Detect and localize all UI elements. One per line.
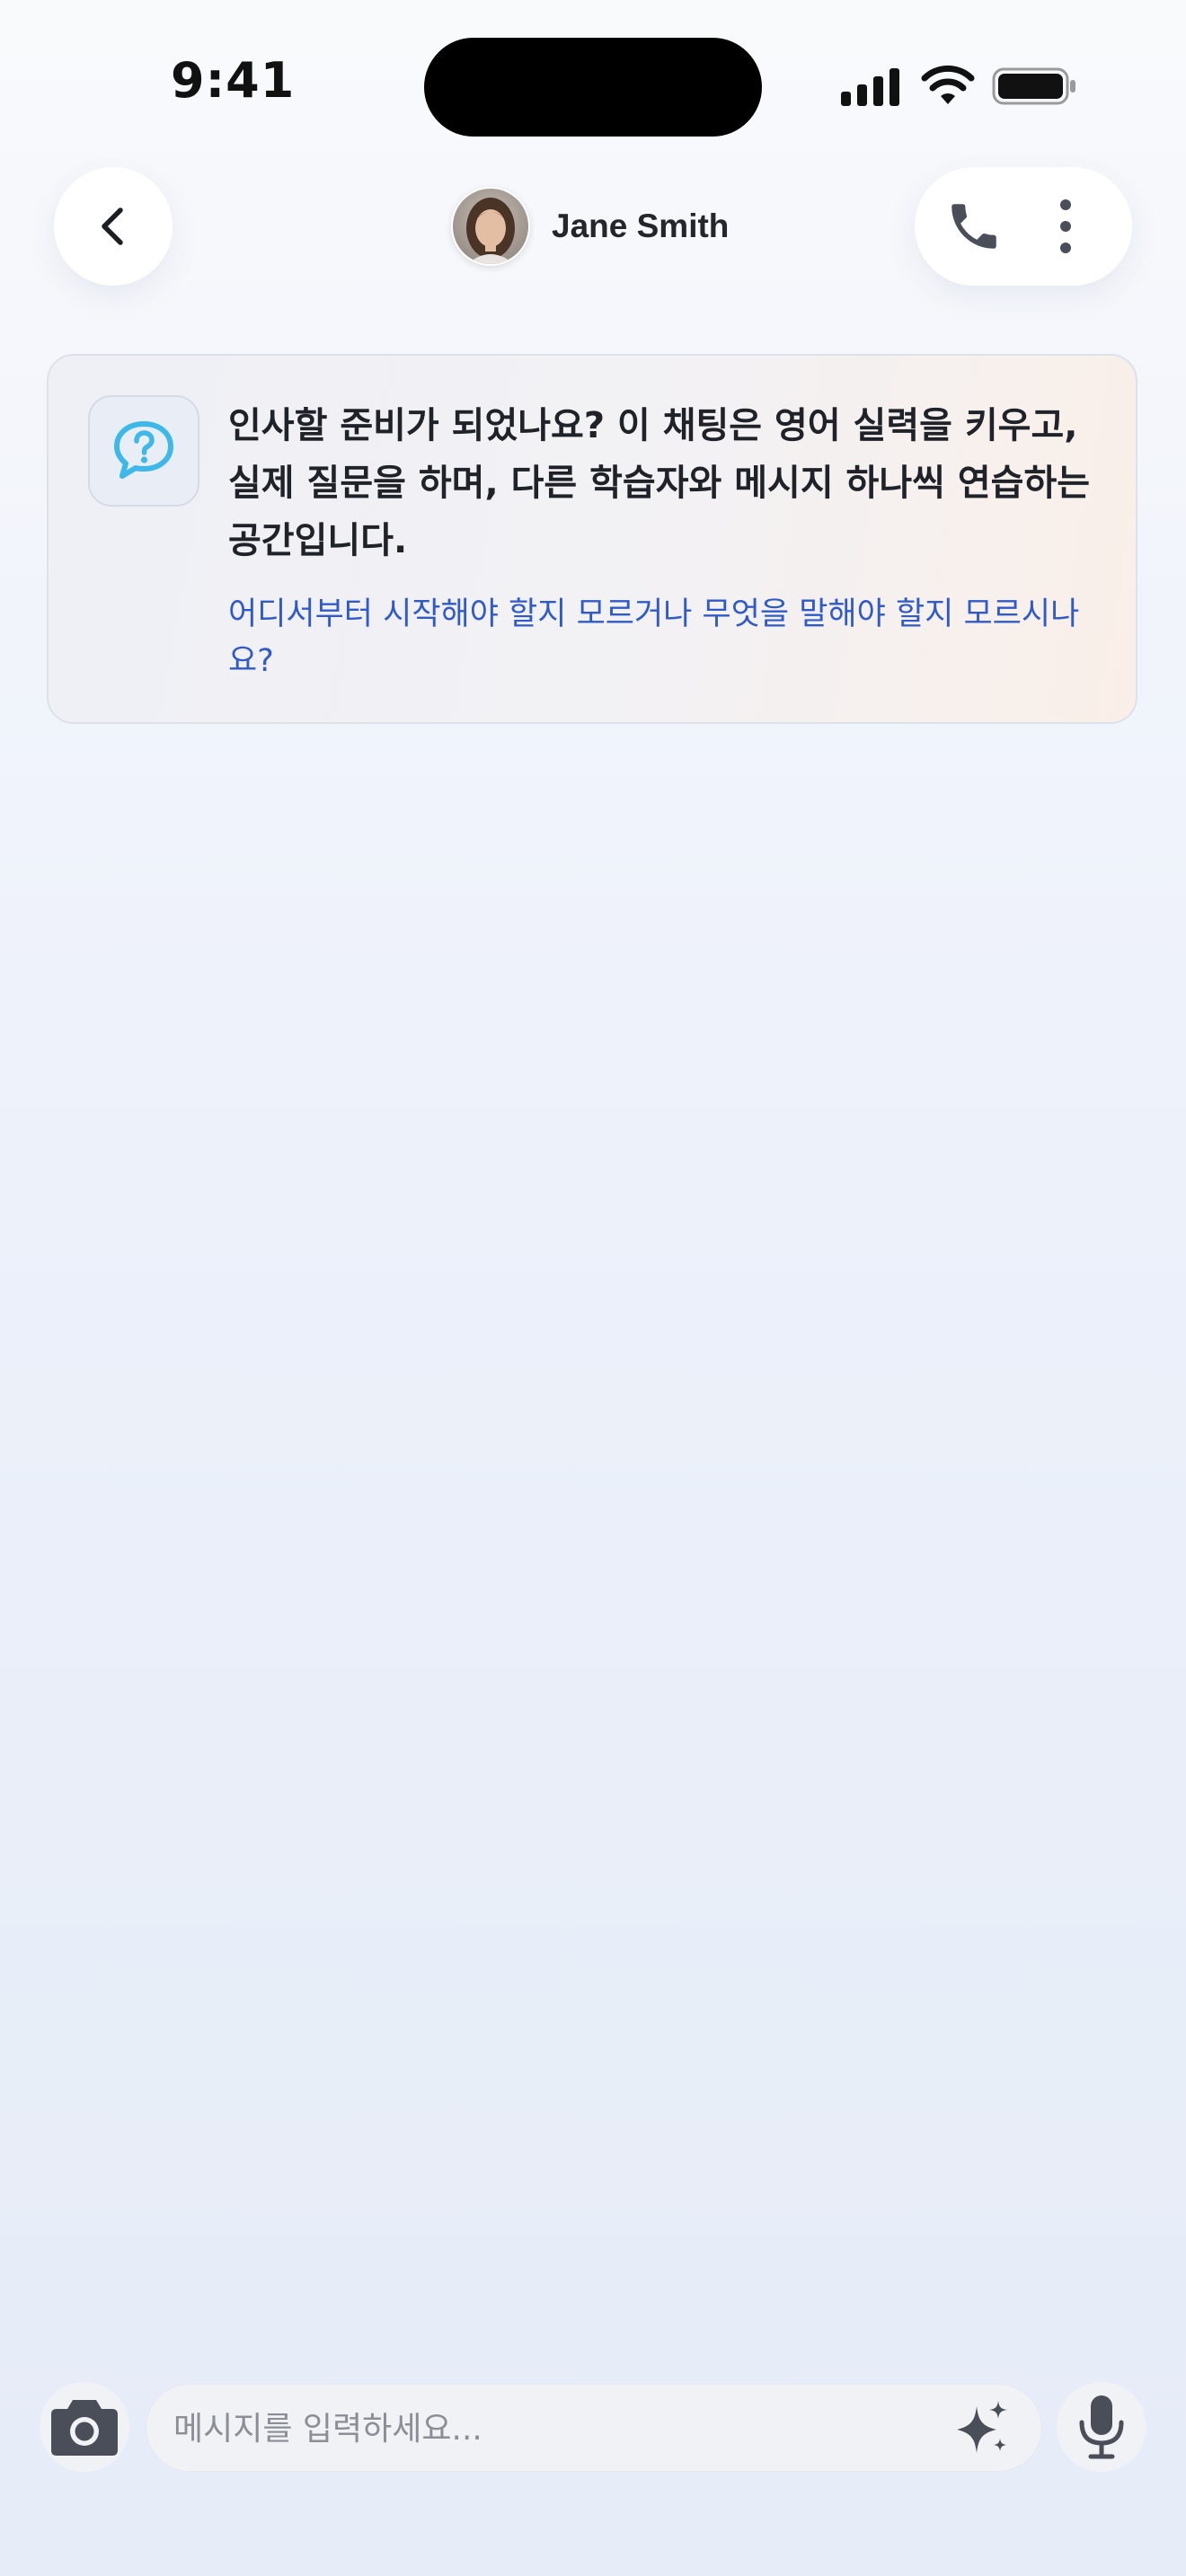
sparkle-icon [957,2401,1007,2453]
status-bar: 9:41 [0,0,1186,171]
contact-header[interactable]: Jane Smith [451,187,730,266]
camera-icon [51,2400,118,2456]
cellular-signal-icon [841,68,899,106]
dynamic-island [424,38,762,137]
more-vertical-icon [1060,199,1071,253]
avatar [451,187,530,266]
call-button[interactable] [934,187,1013,266]
voice-input-button[interactable] [1057,2382,1146,2472]
chat-intro-card: 인사할 준비가 되었나요? 이 채팅은 영어 실력을 키우고, 실제 질문을 하… [47,354,1137,724]
ai-assist-button[interactable] [950,2397,1013,2460]
intro-message: 인사할 준비가 되었나요? 이 채팅은 영어 실력을 키우고, 실제 질문을 하… [228,405,1091,561]
wifi-icon [921,65,975,104]
back-button[interactable] [54,167,173,286]
battery-icon [992,67,1075,105]
message-input[interactable] [172,2385,912,2473]
question-bubble-icon [114,421,173,479]
help-link[interactable]: 어디서부터 시작해야 할지 모르거나 무엇을 말해야 할지 모르시나요? [228,591,1118,684]
camera-button[interactable] [40,2382,129,2472]
phone-icon [951,204,996,249]
message-composer [146,2384,1042,2473]
header-actions [915,167,1132,286]
status-time: 9:41 [171,52,296,109]
chevron-left-icon [102,207,123,245]
help-badge [88,395,199,507]
microphone-icon [1079,2395,1124,2459]
more-options-button[interactable] [1026,187,1105,266]
contact-name: Jane Smith [552,207,730,244]
avatar-image [453,189,528,264]
